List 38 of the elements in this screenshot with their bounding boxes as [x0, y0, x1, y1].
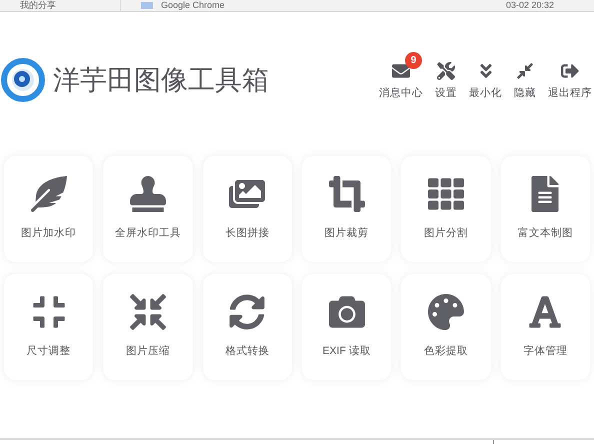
- app-title: 洋芋田图像工具箱: [53, 64, 269, 97]
- tool-card[interactable]: 图片压缩: [103, 274, 193, 380]
- camera-icon: [328, 294, 365, 330]
- toolbar-button[interactable]: 设置: [435, 52, 461, 102]
- tool-card[interactable]: 字体管理: [500, 274, 590, 380]
- arrows-inward-icon: [130, 294, 166, 330]
- grid-icon: [428, 176, 464, 212]
- sync-icon: [229, 294, 266, 330]
- shrink-corners-icon: [30, 294, 67, 330]
- settings-icon: [437, 62, 455, 80]
- tool-card[interactable]: 图片分割: [401, 156, 491, 262]
- notification-badge: 9: [405, 52, 422, 70]
- envelope-icon: [392, 62, 410, 80]
- palette-icon: [428, 294, 464, 330]
- logo-icon: [1, 58, 45, 102]
- exit-icon: [561, 62, 579, 80]
- tool-card[interactable]: 富文本制图: [500, 156, 590, 262]
- tool-card[interactable]: 色彩提取: [401, 274, 491, 380]
- toolbar-button[interactable]: 消息中心 9: [379, 52, 427, 102]
- crop-icon: [328, 176, 365, 212]
- toolbar-button[interactable]: 最小化: [469, 52, 506, 102]
- tool-card[interactable]: 格式转换: [202, 274, 292, 380]
- toolbar-button[interactable]: 退出程序: [548, 52, 594, 102]
- file-time: 03-02 20:32: [506, 1, 554, 10]
- folder-name: 我的分享: [20, 1, 57, 10]
- toolbar-button[interactable]: 隐藏: [514, 52, 540, 102]
- stamp-icon: [130, 176, 166, 212]
- file-name: Google Chrome: [161, 1, 225, 10]
- file-icon: [141, 2, 153, 9]
- letter-a-icon: [527, 294, 564, 330]
- tool-card[interactable]: 图片裁剪: [302, 156, 392, 262]
- tool-card[interactable]: EXIF 读取: [302, 274, 392, 380]
- diagonal-arrows-inward-icon: [516, 62, 534, 80]
- tool-card[interactable]: 图片加水印: [4, 156, 94, 262]
- tool-card[interactable]: 全屏水印工具: [103, 156, 193, 262]
- tool-card[interactable]: 长图拼接: [202, 156, 292, 262]
- feather-icon: [30, 176, 67, 212]
- tool-card[interactable]: 尺寸调整: [4, 274, 94, 380]
